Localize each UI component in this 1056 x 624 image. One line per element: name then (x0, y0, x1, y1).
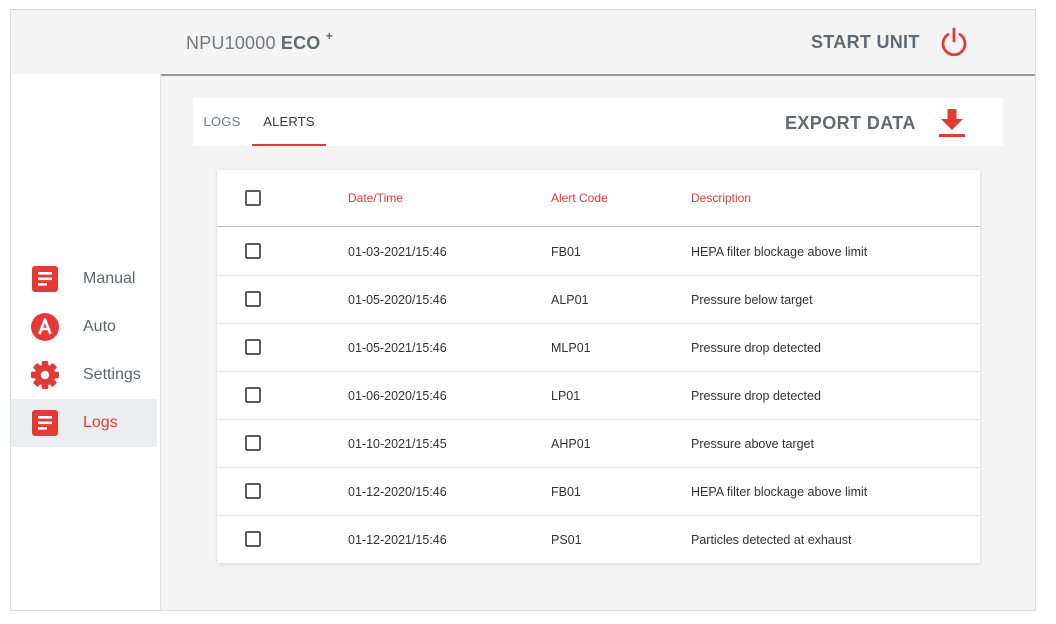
column-header-description[interactable]: Description (691, 191, 751, 205)
sidebar-item-auto[interactable]: Auto (11, 303, 157, 351)
export-data-button[interactable]: EXPORT DATA (785, 106, 966, 140)
alert-code-cell: PS01 (551, 533, 582, 547)
description-cell: Particles detected at exhaust (691, 533, 852, 547)
row-checkbox[interactable] (245, 243, 261, 259)
active-tab-indicator (252, 144, 326, 146)
auto-a-icon (30, 312, 60, 342)
date-cell: 01-12-2020/15:46 (348, 485, 447, 499)
description-cell: HEPA filter blockage above limit (691, 245, 868, 259)
description-cell: Pressure above target (691, 437, 814, 451)
tab-logs[interactable]: LOGS (193, 98, 251, 146)
alerts-table: Date/Time Alert Code Description 01-03-2… (217, 170, 980, 563)
app-window: NPU10000 ECO + START UNIT Manual Auto Se… (10, 9, 1036, 611)
table-row[interactable]: 01-12-2020/15:46 FB01 HEPA filter blocka… (217, 468, 980, 516)
column-header-date[interactable]: Date/Time (348, 191, 403, 205)
sidebar-item-manual[interactable]: Manual (11, 255, 157, 303)
tabs-bar: LOGS ALERTS EXPORT DATA (193, 98, 1003, 146)
alert-code-cell: ALP01 (551, 293, 589, 307)
alert-code-cell: FB01 (551, 485, 581, 499)
date-cell: 01-12-2021/15:46 (348, 533, 447, 547)
sidebar: Manual Auto Settings Logs (11, 74, 161, 610)
export-data-label: EXPORT DATA (785, 112, 916, 133)
date-cell: 01-06-2020/15:46 (348, 389, 447, 403)
description-cell: Pressure drop detected (691, 389, 821, 403)
alert-code-cell: LP01 (551, 389, 581, 403)
row-checkbox[interactable] (245, 483, 261, 499)
row-checkbox[interactable] (245, 291, 261, 307)
download-icon[interactable] (938, 107, 966, 139)
sidebar-item-label: Manual (83, 270, 136, 287)
table-row[interactable]: 01-10-2021/15:45 AHP01 Pressure above ta… (217, 420, 980, 468)
date-cell: 01-05-2020/15:46 (348, 293, 447, 307)
date-cell: 01-10-2021/15:45 (348, 437, 447, 451)
top-header: NPU10000 ECO + START UNIT (11, 10, 1035, 75)
description-cell: HEPA filter blockage above limit (691, 485, 868, 499)
power-icon[interactable] (938, 26, 970, 58)
description-cell: Pressure below target (691, 293, 813, 307)
brand-title: NPU10000 ECO + (186, 29, 333, 54)
row-checkbox[interactable] (245, 339, 261, 355)
column-header-alert-code[interactable]: Alert Code (551, 191, 608, 205)
date-cell: 01-05-2021/15:46 (348, 341, 447, 355)
document-icon (30, 264, 60, 294)
start-unit-button[interactable]: START UNIT (811, 24, 970, 60)
table-row[interactable]: 01-05-2020/15:46 ALP01 Pressure below ta… (217, 276, 980, 324)
document-icon (30, 408, 60, 438)
table-row[interactable]: 01-12-2021/15:46 PS01 Particles detected… (217, 516, 980, 563)
table-row[interactable]: 01-03-2021/15:46 FB01 HEPA filter blocka… (217, 228, 980, 276)
date-cell: 01-03-2021/15:46 (348, 245, 447, 259)
select-all-checkbox[interactable] (245, 190, 261, 206)
start-unit-label: START UNIT (811, 31, 920, 52)
alert-code-cell: AHP01 (551, 437, 591, 451)
table-row[interactable]: 01-06-2020/15:46 LP01 Pressure drop dete… (217, 372, 980, 420)
header-divider (161, 74, 1035, 76)
alert-code-cell: FB01 (551, 245, 581, 259)
table-header: Date/Time Alert Code Description (217, 170, 980, 227)
sidebar-item-logs[interactable]: Logs (11, 399, 157, 447)
brand-superscript: + (325, 29, 333, 43)
tab-alerts[interactable]: ALERTS (252, 98, 326, 146)
sidebar-item-label: Logs (83, 414, 118, 431)
gear-icon (30, 360, 60, 390)
description-cell: Pressure drop detected (691, 341, 821, 355)
row-checkbox[interactable] (245, 435, 261, 451)
sidebar-item-settings[interactable]: Settings (11, 351, 157, 399)
table-row[interactable]: 01-05-2021/15:46 MLP01 Pressure drop det… (217, 324, 980, 372)
alert-code-cell: MLP01 (551, 341, 591, 355)
brand-model: NPU10000 (186, 33, 276, 53)
sidebar-item-label: Settings (83, 366, 141, 383)
brand-variant: ECO (280, 33, 321, 53)
row-checkbox[interactable] (245, 531, 261, 547)
sidebar-item-label: Auto (83, 318, 116, 335)
row-checkbox[interactable] (245, 387, 261, 403)
